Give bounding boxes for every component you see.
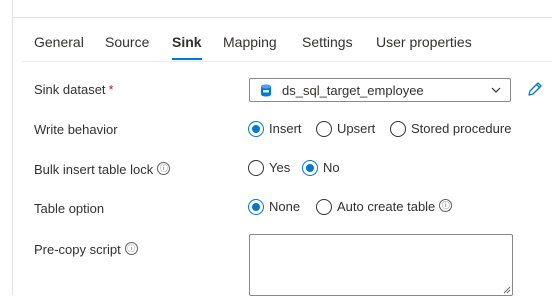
radio-label: None	[269, 199, 301, 214]
write-behavior-label: Write behavior	[34, 122, 118, 137]
write-behavior-label-text: Write behavior	[34, 122, 118, 137]
info-icon[interactable]: ⓘ	[157, 162, 171, 175]
radio-label: No	[323, 160, 340, 175]
radio-label: Yes	[269, 160, 291, 175]
tab-sink[interactable]: Sink	[172, 30, 202, 60]
info-icon[interactable]: ⓘ	[439, 199, 453, 212]
sql-database-icon	[261, 84, 271, 97]
radio-circle	[302, 160, 318, 176]
bulk-insert-table-lock-label-text: Bulk insert table lock	[34, 162, 154, 177]
tab-divider	[22, 61, 552, 62]
radio-label: Stored procedure	[411, 121, 512, 136]
active-tab-indicator	[172, 58, 202, 60]
pre-copy-script-textarea[interactable]	[249, 234, 513, 296]
info-icon[interactable]: ⓘ	[124, 242, 138, 255]
pre-copy-script-label: Pre-copy script ⓘ	[34, 242, 138, 257]
chevron-down-icon	[491, 87, 501, 93]
radio-circle	[248, 121, 264, 137]
table-option-label-text: Table option	[34, 201, 105, 216]
resize-handle-icon[interactable]	[503, 286, 511, 294]
radio-circle	[248, 160, 264, 176]
pre-copy-script-label-text: Pre-copy script	[34, 242, 121, 257]
tab-settings[interactable]: Settings	[302, 30, 353, 54]
radio-circle	[248, 199, 264, 215]
sink-dataset-label: Sink dataset *	[34, 82, 114, 97]
radio-label: Auto create table ⓘ	[337, 199, 453, 215]
radio-circle	[316, 121, 332, 137]
required-marker: *	[108, 82, 114, 97]
sink-dataset-value: ds_sql_target_employee	[282, 83, 424, 98]
sink-dataset-label-text: Sink dataset	[34, 82, 106, 97]
radio-label-text: Auto create table	[337, 199, 436, 214]
tab-source[interactable]: Source	[105, 30, 149, 54]
radio-label: Insert	[269, 121, 302, 136]
sink-dataset-select[interactable]: ds_sql_target_employee	[249, 78, 511, 102]
radio-circle	[316, 199, 332, 215]
table-option-label: Table option	[34, 201, 104, 216]
tab-mapping[interactable]: Mapping	[223, 30, 277, 54]
radio-circle	[390, 121, 406, 137]
radio-label: Upsert	[337, 121, 376, 136]
tab-general[interactable]: General	[34, 30, 84, 54]
tab-user-properties[interactable]: User properties	[376, 30, 472, 54]
pencil-icon[interactable]	[526, 80, 544, 98]
bulk-insert-table-lock-label: Bulk insert table lock ⓘ	[34, 162, 171, 177]
